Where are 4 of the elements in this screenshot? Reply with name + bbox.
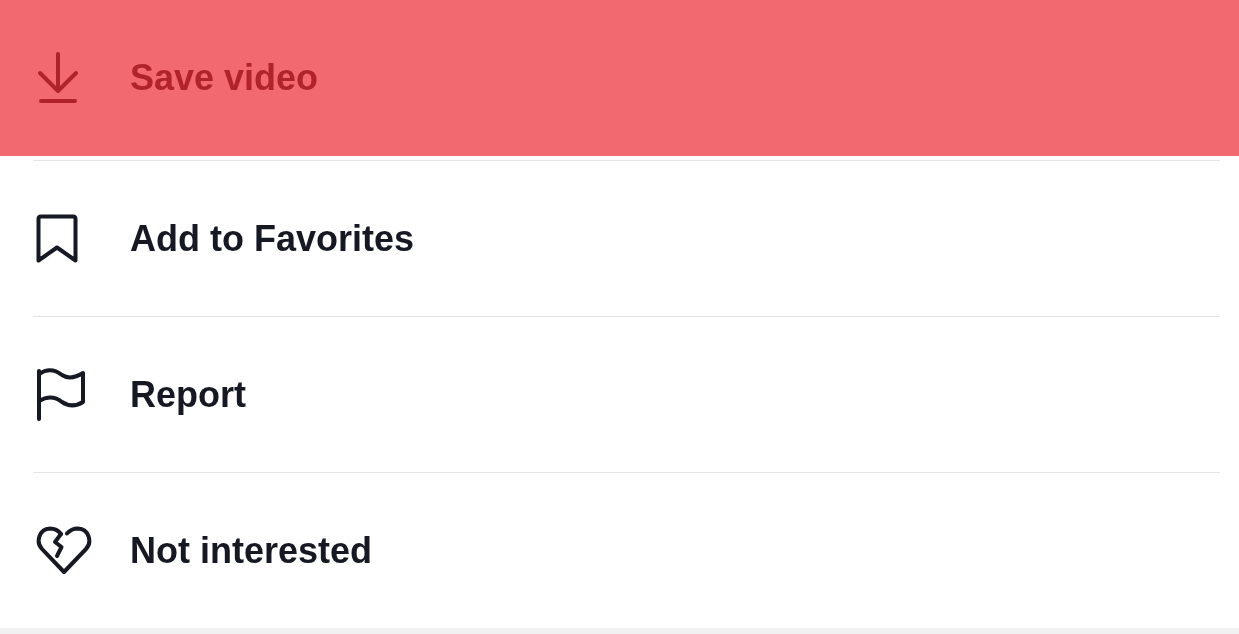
download-icon [36, 52, 80, 104]
bookmark-icon [36, 213, 78, 264]
flag-icon [36, 367, 86, 422]
broken-heart-icon [36, 525, 92, 576]
